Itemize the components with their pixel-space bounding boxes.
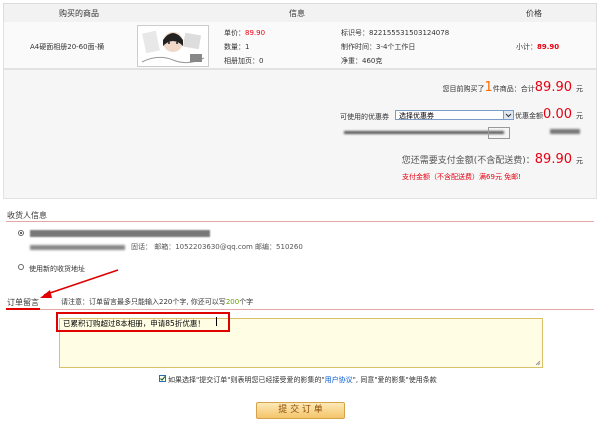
address-radio-selected[interactable]: [18, 230, 24, 236]
agreement-checkbox[interactable]: [159, 375, 166, 382]
discount-amount: 0.00: [543, 107, 572, 122]
product-thumbnail[interactable]: [137, 25, 209, 67]
chevron-down-icon[interactable]: [503, 111, 513, 119]
discount-line: 优惠金额0.00 元: [515, 107, 583, 122]
order-message-text: 已累积订购超过8本相册，申请85折优惠！: [63, 319, 205, 328]
unit-price-value: 89.90: [245, 29, 266, 37]
weight-label: 净重：460克: [341, 57, 383, 65]
total-amount: 89.90: [534, 80, 572, 95]
address-blurred: [30, 230, 210, 237]
receiver-divider: [6, 221, 594, 222]
coupon-label: 可使用的优惠券: [340, 113, 389, 121]
resize-handle[interactable]: [535, 360, 541, 366]
header-info: 信息: [289, 9, 305, 18]
quantity-label: 数量：1: [224, 43, 250, 51]
address-detail: 固话： 邮箱：1052203630@qq.com 邮编：510260: [30, 242, 303, 252]
order-summary: 您目前购买了1件商品：合计89.90 元 可使用的优惠券 选择优惠券 优惠金额0.…: [3, 69, 597, 199]
checkmark-icon: [160, 376, 166, 381]
product-name: A4硬面相册20-60面-横: [30, 43, 105, 51]
annotation-arrow: [6, 269, 119, 310]
shipping-note: 支付金额（不含配送费）满69元 免邮!: [402, 173, 521, 181]
production-time-label: 制作时间：3-4个工作日: [341, 43, 416, 51]
sku-label: 标识号：822155531503124078: [341, 29, 450, 37]
redacted-row: [344, 127, 584, 139]
addon-pages-label: 相册加页：0: [224, 57, 264, 65]
order-table-header: 购买的商品 信息 价格: [3, 3, 597, 23]
payable-amount: 89.90: [534, 152, 572, 167]
header-product: 购买的商品: [59, 9, 99, 18]
product-row: A4硬面相册20-60面-横 单价：89.90 数量：1 相册加页：0 标识号：…: [3, 22, 597, 69]
receiver-section-title: 收货人信息: [7, 211, 47, 220]
text-cursor: [216, 317, 217, 326]
payable-line: 您还需要支付金额(不含配送费)：89.90 元: [401, 152, 583, 167]
subtotal-value: 89.90: [537, 43, 560, 51]
item-count: 1: [484, 80, 493, 95]
total-line: 您目前购买了1件商品：合计89.90 元: [442, 80, 584, 95]
coupon-select[interactable]: 选择优惠券: [395, 110, 514, 120]
submit-order-button[interactable]: 提 交 订 单: [256, 402, 345, 419]
subtotal-label: 小计：89.90: [516, 43, 560, 51]
agreement-text: 如果选择"提交订单"则表明您已经接受爱的影集的"用户协议", 同意"爱的影集"使…: [168, 376, 437, 384]
header-price: 价格: [526, 9, 542, 18]
coupon-select-value: 选择优惠券: [399, 112, 434, 120]
remaining-count: 200: [225, 298, 240, 306]
unit-price-label: 单价：89.90: [224, 29, 266, 37]
user-agreement-link[interactable]: 用户协议: [325, 376, 353, 384]
